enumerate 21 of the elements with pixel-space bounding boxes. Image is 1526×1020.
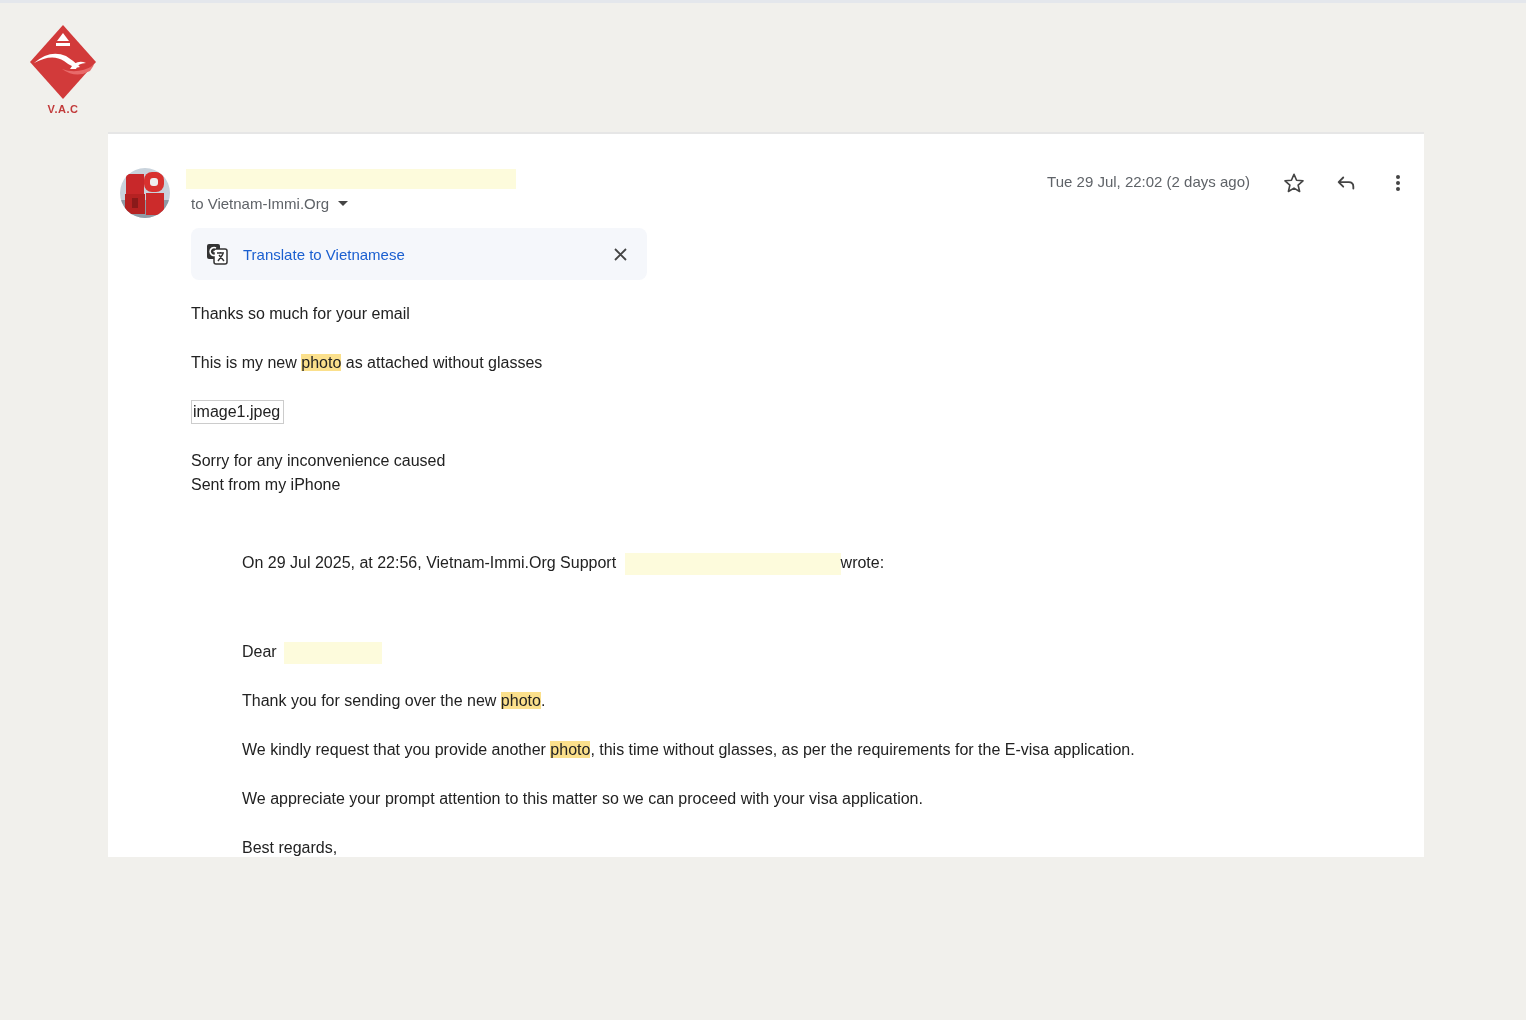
recipient-dropdown[interactable]: to Vietnam-Immi.Org — [191, 195, 349, 212]
text-line: Sent from my iPhone — [191, 475, 342, 495]
close-icon — [614, 247, 627, 261]
email-date: Tue 29 Jul, 22:02 (2 days ago) — [1047, 173, 1250, 190]
translate-icon — [206, 243, 228, 265]
paragraph: Thanks so much for your email — [191, 304, 411, 324]
star-icon — [1283, 172, 1305, 194]
logo-text: V.A.C — [47, 103, 79, 115]
paragraph: Thank you for sending over the new photo. — [242, 691, 547, 711]
text-line: Sorry for any inconvenience caused — [191, 451, 447, 471]
paragraph: Best regards, — [242, 838, 339, 857]
paragraph: We appreciate your prompt attention to this matter so we can proceed with your visa application. — [242, 789, 924, 809]
logo-icon — [30, 25, 96, 99]
quote-header: On 29 Jul 2025, at 22:56, Vietnam-Immi.Org Support wrote: — [242, 551, 1424, 575]
caret-icon — [338, 200, 349, 207]
attachment-link[interactable]: image1.jpeg — [191, 400, 285, 424]
paragraph: Dear — [242, 640, 1424, 664]
more-icon — [1395, 174, 1401, 192]
paragraph: We kindly request that you provide another photo, this time without glasses, as per the requirements for the E-visa application. — [242, 740, 1136, 760]
translate-link[interactable]: Translate to Vietnamese — [243, 245, 595, 263]
paragraph: This is my new photo as attached without glasses — [191, 353, 544, 373]
